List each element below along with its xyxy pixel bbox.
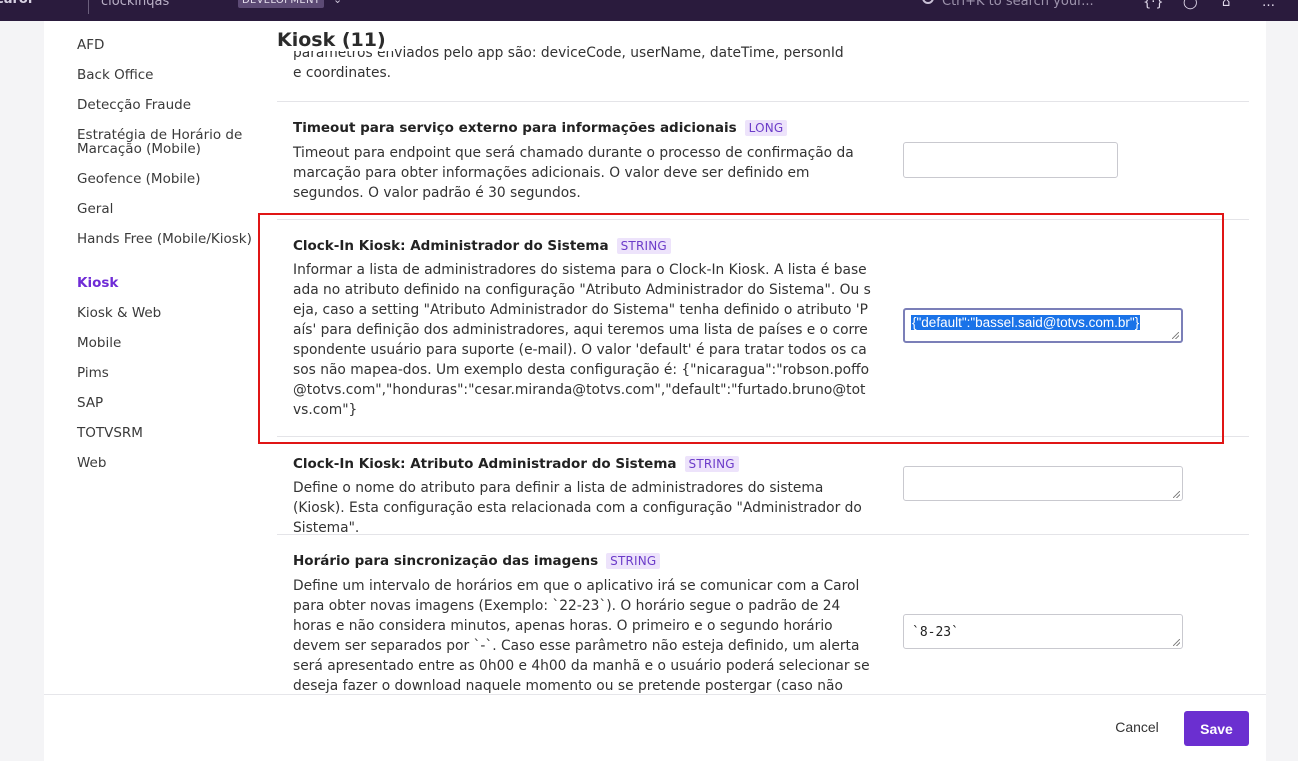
cancel-button[interactable]: Cancel — [1110, 717, 1164, 737]
sidebar-item-kiosk-web[interactable]: Kiosk & Web — [77, 306, 257, 320]
sidebar-item-afd[interactable]: AFD — [77, 38, 257, 52]
code-icon[interactable]: {·} — [1143, 0, 1164, 10]
more-icon[interactable]: … — [1262, 0, 1275, 10]
sidebar-item-deteccao-fraude[interactable]: Detecção Fraude — [77, 98, 257, 112]
global-search[interactable]: Ctrl+K to search your... — [922, 0, 1094, 9]
settings-sidebar: AFD Back Office Detecção Fraude Estratég… — [61, 21, 261, 694]
sidebar-item-back-office[interactable]: Back Office — [77, 68, 257, 82]
bell-icon[interactable]: ⌂ — [1222, 0, 1230, 10]
setting-description: Define o nome do atributo para definir a… — [293, 480, 862, 536]
setting-title: Clock-In Kiosk: Atributo Administrador d… — [293, 456, 677, 472]
app-logo[interactable]: carol — [0, 0, 32, 7]
setting-name: Horário para sincronização das imagens ST… — [293, 553, 661, 569]
timeout-input[interactable] — [903, 142, 1118, 178]
setting-title: Horário para sincronização das imagens — [293, 553, 599, 569]
type-badge: STRING — [684, 456, 739, 472]
row-divider — [277, 534, 1249, 535]
top-bar: carol clockinqas DEVELOPMENT ⌄ Ctrl+K to… — [0, 0, 1298, 21]
sidebar-item-kiosk[interactable]: Kiosk — [77, 276, 257, 290]
environment-badge[interactable]: DEVELOPMENT — [238, 0, 325, 8]
sidebar-item-hands-free[interactable]: Hands Free (Mobile/Kiosk) — [77, 232, 257, 246]
setting-description: Define um intervalo de horários em que o… — [293, 578, 870, 694]
sidebar-item-geral[interactable]: Geral — [77, 202, 257, 216]
admin-attribute-textarea[interactable] — [903, 466, 1183, 501]
highlight-annotation — [258, 213, 1224, 444]
search-icon — [922, 0, 934, 4]
search-placeholder: Ctrl+K to search your... — [942, 0, 1094, 9]
topbar-divider — [88, 0, 89, 14]
sync-hours-textarea[interactable]: `8-23` — [903, 614, 1183, 649]
resize-handle-icon[interactable] — [1173, 639, 1180, 646]
help-icon[interactable]: ◯ — [1183, 0, 1198, 10]
setting-name: Timeout para serviço externo para inform… — [293, 120, 788, 136]
type-badge: LONG — [744, 120, 788, 136]
footer-bar — [44, 694, 1266, 761]
sidebar-item-mobile[interactable]: Mobile — [77, 336, 257, 350]
type-badge: STRING — [606, 553, 661, 569]
resize-handle-icon[interactable] — [1173, 491, 1180, 498]
row-divider — [277, 101, 1249, 102]
sidebar-item-totvsrm[interactable]: TOTVSRM — [77, 426, 257, 440]
page-title: Kiosk (11) — [277, 29, 394, 51]
tenant-name[interactable]: clockinqas — [101, 0, 169, 9]
save-button[interactable]: Save — [1184, 711, 1249, 746]
chevron-down-icon[interactable]: ⌄ — [333, 0, 342, 6]
field-value: `8-23` — [912, 625, 959, 640]
sidebar-item-web[interactable]: Web — [77, 456, 257, 470]
sidebar-item-geofence[interactable]: Geofence (Mobile) — [77, 172, 257, 186]
setting-description: Timeout para endpoint que será chamado d… — [293, 145, 854, 201]
sidebar-item-sap[interactable]: SAP — [77, 396, 257, 410]
setting-name: Clock-In Kiosk: Atributo Administrador d… — [293, 456, 739, 472]
sidebar-item-pims[interactable]: Pims — [77, 366, 257, 380]
sidebar-item-estrategia-horario[interactable]: Estratégia de Horário de Marcação (Mobil… — [77, 128, 257, 156]
setting-title: Timeout para serviço externo para inform… — [293, 120, 737, 136]
